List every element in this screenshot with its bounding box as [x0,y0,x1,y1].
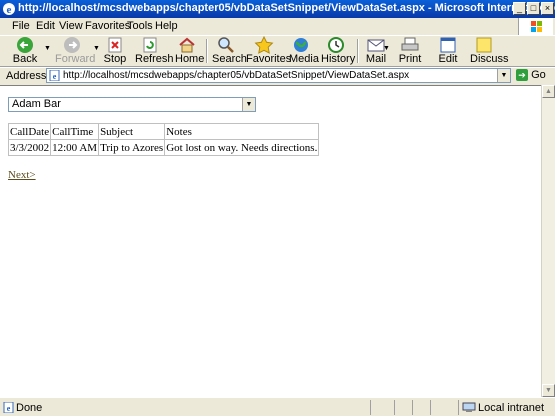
history-clock-icon [328,37,344,53]
menu-file[interactable]: File [12,20,30,32]
search-icon [218,37,234,53]
chevron-down-icon[interactable]: ▼ [242,98,255,111]
mail-chevron-icon[interactable]: ▼ [383,45,390,52]
scroll-up-icon[interactable]: ▲ [542,85,555,98]
media-button[interactable]: Media [289,36,319,65]
header-notes: Notes [164,123,320,140]
cell-subject: Trip to Azores [98,139,166,156]
svg-text:e: e [53,72,57,81]
title-bar: e http://localhost/mcsdwebapps/chapter05… [0,0,555,18]
discuss-button[interactable]: Discuss [470,36,509,65]
page-content: Adam Bar ▼ CallDate CallTime Subject Not… [0,85,541,398]
go-button[interactable]: ➔ Go [516,69,546,82]
forward-history-chevron-icon[interactable]: ▼ [93,45,100,52]
favorites-button[interactable]: Favorites [246,36,291,65]
status-bar: e Done Local intranet [0,397,555,416]
menu-favorites[interactable]: Favorites [85,20,130,32]
name-select-value: Adam Bar [12,98,61,110]
maximize-button[interactable]: □ [527,2,540,15]
toolbar-separator [357,39,359,63]
edit-button[interactable]: Edit [436,36,460,65]
discuss-note-icon [476,37,492,53]
address-url: http://localhost/mcsdwebapps/chapter05/v… [63,70,410,81]
refresh-button[interactable]: Refresh [135,36,174,65]
media-globe-icon [294,38,308,52]
window-title: http://localhost/mcsdwebapps/chapter05/v… [18,2,555,14]
toolbar-separator [206,39,208,63]
forward-button[interactable]: Forward [55,36,95,65]
minimize-button[interactable]: _ [513,2,526,15]
back-arrow-icon [17,37,33,53]
svg-text:e: e [7,4,12,16]
scroll-down-icon[interactable]: ▼ [542,384,555,397]
printer-icon [401,37,419,51]
security-zone: Local intranet [478,402,545,414]
home-icon [179,37,195,53]
page-done-icon: e [3,402,14,413]
calls-table: CallDate CallTime Subject Notes 3/3/2002… [7,123,320,156]
edit-page-icon [440,37,456,53]
menu-view[interactable]: View [59,20,83,32]
windows-flag-icon [531,21,542,32]
address-label: Address [6,70,47,82]
status-text: Done [16,402,43,414]
standard-toolbar: Back ▼ Forward ▼ Stop Refresh Home Searc… [0,36,555,67]
name-select[interactable]: Adam Bar ▼ [8,97,256,112]
forward-arrow-icon [64,37,80,53]
cell-calltime: 12:00 AM [50,139,100,156]
browser-window: e http://localhost/mcsdwebapps/chapter05… [0,0,555,416]
history-button[interactable]: History [321,36,355,65]
svg-text:e: e [7,404,11,413]
status-pane [412,400,431,415]
ie-icon: e [3,3,15,16]
address-dropdown-icon[interactable]: ▼ [497,69,510,82]
stop-icon [108,37,122,53]
table-row: 3/3/2002 12:00 AM Trip to Azores Got los… [7,139,320,156]
menu-help[interactable]: Help [155,20,178,32]
header-calltime: CallTime [50,123,100,140]
status-pane [370,400,395,415]
address-bar: Address e http://localhost/mcsdwebapps/c… [0,67,555,86]
address-input[interactable]: e http://localhost/mcsdwebapps/chapter05… [46,68,511,83]
header-calldate: CallDate [7,123,52,140]
star-icon [254,36,274,54]
vertical-scrollbar[interactable]: ▲ ▼ [541,85,555,397]
close-button[interactable]: × [541,2,554,15]
cell-notes: Got lost on way. Needs directions. [164,139,320,156]
search-button[interactable]: Search [212,36,247,65]
menu-tools[interactable]: Tools [127,20,153,32]
stop-button[interactable]: Stop [103,36,127,65]
status-pane [394,400,413,415]
header-subject: Subject [98,123,166,140]
status-pane [430,400,459,415]
table-header-row: CallDate CallTime Subject Notes [7,123,320,140]
refresh-icon [143,37,157,53]
go-arrow-icon: ➔ [516,69,528,82]
home-button[interactable]: Home [175,36,204,65]
page-icon: e [49,70,60,81]
local-intranet-icon [462,402,476,412]
back-history-chevron-icon[interactable]: ▼ [44,45,51,52]
print-button[interactable]: Print [398,36,422,65]
next-link[interactable]: Next> [8,169,36,181]
menu-bar: File Edit View Favorites Tools Help [0,18,555,36]
windows-logo [518,18,553,35]
back-button[interactable]: Back [12,36,38,65]
cell-calldate: 3/3/2002 [7,139,52,156]
menu-edit[interactable]: Edit [36,20,55,32]
